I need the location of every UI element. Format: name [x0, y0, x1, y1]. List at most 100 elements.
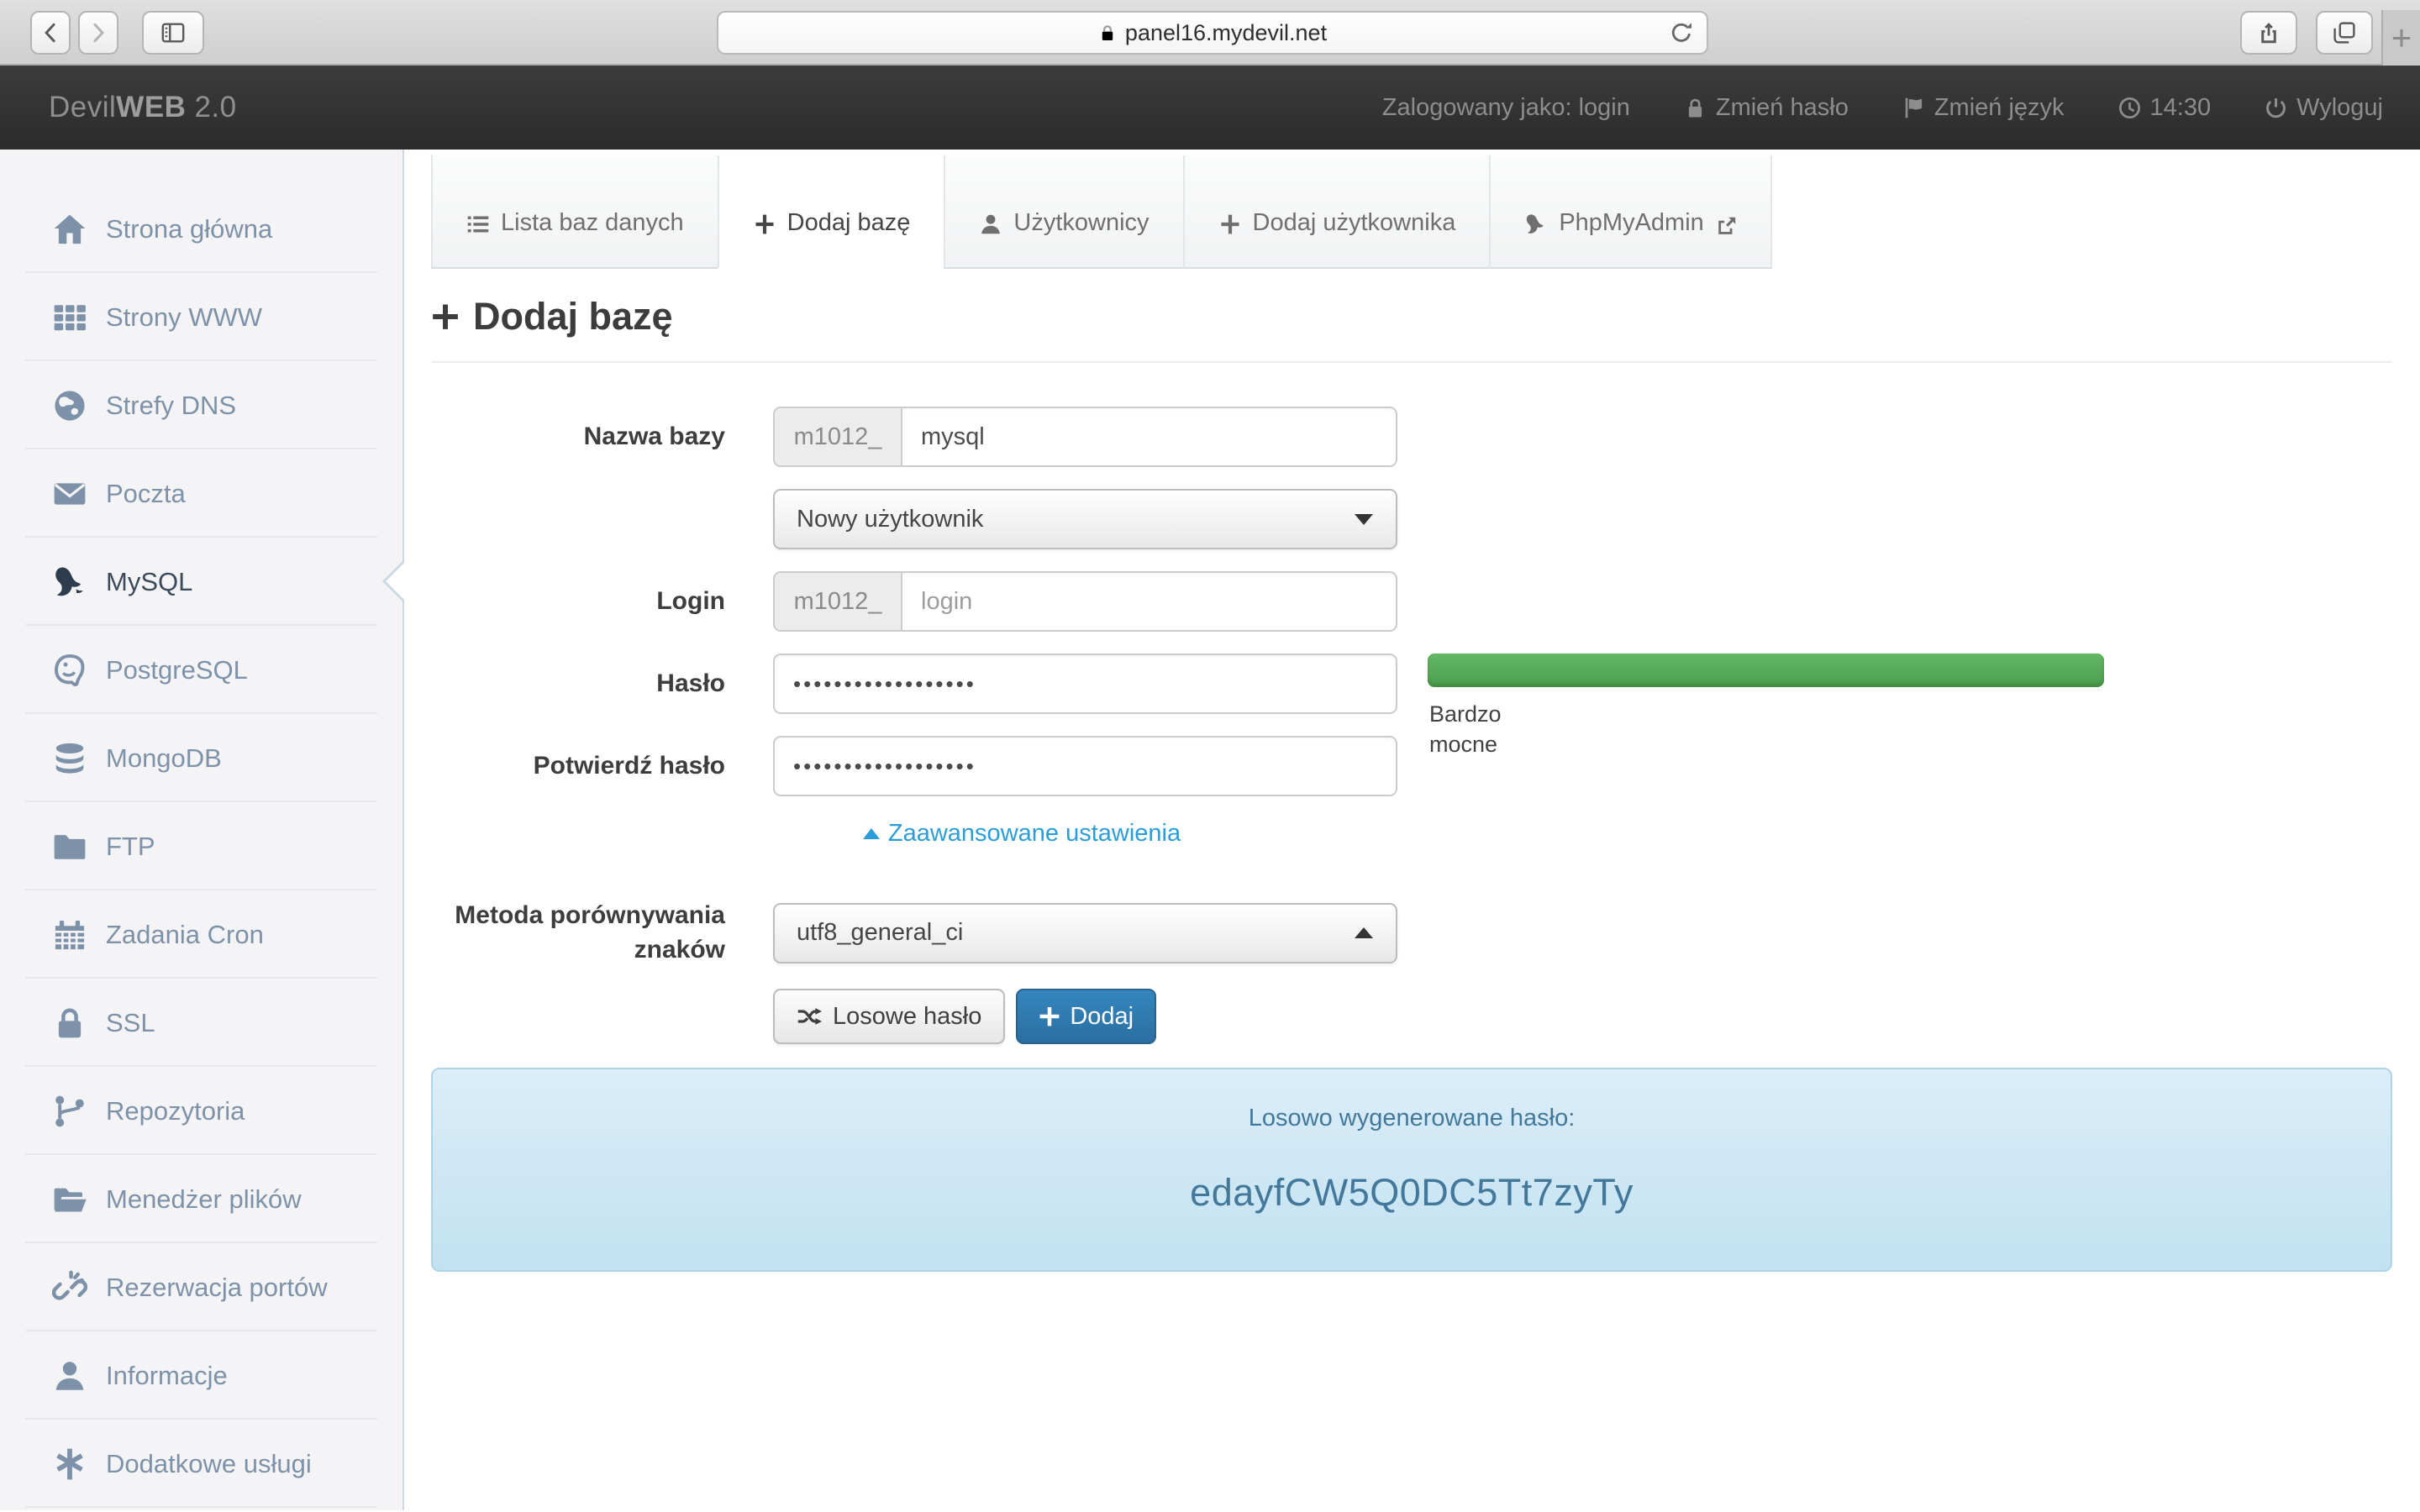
- page-title: Dodaj bazę: [431, 295, 2392, 339]
- sidebar-item-zadania-cron[interactable]: Zadania Cron: [0, 890, 402, 979]
- chevron-right-icon: [87, 22, 109, 44]
- plus-icon: [1039, 1005, 1060, 1027]
- folder-icon: [50, 828, 89, 865]
- globe-icon: [50, 387, 89, 424]
- app-header: DevilWEB2.0 Zalogowany jako: login Zmień…: [0, 66, 2420, 150]
- tabs-overview-icon: [2333, 21, 2356, 45]
- db-name-row: Nazwa bazy m1012_: [431, 407, 2392, 467]
- browser-back-button[interactable]: [30, 11, 71, 55]
- sidebar-item-postgresql[interactable]: PostgreSQL: [0, 626, 402, 714]
- db-name-label: Nazwa bazy: [431, 420, 725, 454]
- sidebar-item-strona-glowna[interactable]: Strona główna: [0, 185, 402, 273]
- sidebar-item-label: Informacje: [106, 1361, 228, 1391]
- logout-link[interactable]: Wyloguj: [2265, 94, 2383, 122]
- form-buttons-row: Losowe hasło Dodaj: [773, 989, 2392, 1044]
- home-icon: [50, 211, 89, 248]
- sidebar-item-informacje[interactable]: Informacje: [0, 1331, 402, 1420]
- db-name-input-group: m1012_: [773, 407, 1397, 467]
- sidebar-item-ftp[interactable]: FTP: [0, 802, 402, 890]
- lock-icon: [50, 1005, 89, 1042]
- browser-forward-button[interactable]: [78, 11, 118, 55]
- title-divider: [431, 361, 2392, 363]
- generated-password-box: Losowo wygenerowane hasło: edayfCW5Q0DC5…: [431, 1068, 2392, 1272]
- lock-icon: [1684, 97, 1707, 119]
- sidebar-panel-icon: [160, 20, 186, 45]
- tab-phpmyadmin[interactable]: PhpMyAdmin: [1489, 155, 1771, 269]
- browser-tabs-overview-button[interactable]: [2316, 11, 2373, 55]
- db-user-select[interactable]: Nowy użytkownik: [773, 489, 1397, 549]
- address-bar[interactable]: panel16.mydevil.net: [717, 11, 1708, 55]
- sidebar-item-poczta[interactable]: Poczta: [0, 449, 402, 538]
- app-logo: DevilWEB2.0: [49, 91, 237, 124]
- collation-select-value: utf8_general_ci: [797, 919, 963, 947]
- sidebar-item-label: SSL: [106, 1008, 155, 1038]
- db-user-select-value: Nowy użytkownik: [797, 506, 983, 533]
- browser-new-tab-button[interactable]: +: [2381, 10, 2420, 66]
- tab-label: Dodaj użytkownika: [1253, 209, 1456, 237]
- tab-uzytkownicy[interactable]: Użytkownicy: [944, 155, 1182, 269]
- calendar-icon: [50, 916, 89, 953]
- collation-select[interactable]: utf8_general_ci: [773, 903, 1397, 963]
- advanced-settings-link[interactable]: Zaawansowane ustawienia: [863, 820, 1181, 848]
- login-row: Login m1012_: [431, 571, 2392, 632]
- sidebar-item-menedzer-plikow[interactable]: Menedżer plików: [0, 1155, 402, 1243]
- sidebar-item-label: Strefy DNS: [106, 391, 236, 421]
- sidebar-item-mysql[interactable]: MySQL: [0, 538, 402, 626]
- clock-display: 14:30: [2118, 94, 2212, 122]
- sidebar-item-dodatkowe-uslugi[interactable]: Dodatkowe usługi: [0, 1420, 402, 1508]
- shuffle-icon: [797, 1004, 822, 1029]
- sidebar-item-strefy-dns[interactable]: Strefy DNS: [0, 361, 402, 449]
- logged-in-as: Zalogowany jako: login: [1382, 94, 1630, 122]
- power-icon: [2265, 97, 2287, 119]
- add-database-button[interactable]: Dodaj: [1016, 989, 1156, 1044]
- login-input-group: m1012_: [773, 571, 1397, 632]
- sidebar-item-ssl[interactable]: SSL: [0, 979, 402, 1067]
- sidebar-item-repozytoria[interactable]: Repozytoria: [0, 1067, 402, 1155]
- sidebar-item-label: Poczta: [106, 479, 186, 509]
- db-user-row: Nowy użytkownik: [431, 489, 2392, 549]
- reload-icon[interactable]: [1670, 21, 1693, 45]
- triangle-up-icon: [863, 828, 880, 839]
- password-input[interactable]: [775, 655, 1396, 712]
- sidebar-item-label: MongoDB: [106, 743, 222, 774]
- tab-lista-baz-danych[interactable]: Lista baz danych: [431, 155, 718, 269]
- sidebar-item-label: Menedżer plików: [106, 1184, 302, 1215]
- db-name-prefix: m1012_: [775, 408, 902, 465]
- chevron-down-icon: [1355, 514, 1373, 525]
- active-item-notch-fill: [386, 563, 404, 600]
- postgresql-elephant-icon: [50, 652, 89, 689]
- clock-icon: [2118, 97, 2141, 119]
- collation-row: Metoda porównywania znaków utf8_general_…: [431, 899, 2392, 967]
- broken-link-icon: [50, 1269, 89, 1306]
- user-icon: [979, 213, 1002, 236]
- browser-sidebar-toggle-button[interactable]: [142, 11, 204, 55]
- envelope-icon: [50, 475, 89, 512]
- confirm-password-input[interactable]: [775, 738, 1396, 795]
- chevron-left-icon: [39, 22, 61, 44]
- plus-icon: +: [2391, 18, 2412, 58]
- change-password-link[interactable]: Zmień hasło: [1684, 94, 1849, 122]
- browser-share-button[interactable]: [2240, 11, 2297, 55]
- password-row: Hasło Bardzo mocne: [431, 654, 2392, 714]
- change-language-link[interactable]: Zmień język: [1902, 94, 2065, 122]
- share-icon: [2257, 21, 2281, 45]
- sidebar-item-label: Strona główna: [106, 214, 272, 244]
- sidebar-item-label: Strony WWW: [106, 302, 262, 333]
- sidebar-item-strony-www[interactable]: Strony WWW: [0, 273, 402, 361]
- tab-label: Dodaj bazę: [787, 209, 911, 237]
- collation-label: Metoda porównywania znaków: [431, 899, 725, 967]
- sidebar: Strona główna Strony WWW Strefy DNS: [0, 150, 404, 1510]
- generated-password-caption: Losowo wygenerowane hasło:: [433, 1105, 2391, 1132]
- tab-dodaj-baze[interactable]: Dodaj bazę: [718, 155, 944, 269]
- db-name-input[interactable]: [902, 408, 1396, 465]
- login-label: Login: [431, 585, 725, 619]
- login-input[interactable]: [902, 573, 1396, 630]
- external-link-icon: [1717, 216, 1737, 236]
- mysql-dolphin-icon: [50, 564, 89, 601]
- sidebar-item-rezerwacja-portow[interactable]: Rezerwacja portów: [0, 1243, 402, 1331]
- asterisk-icon: [50, 1446, 89, 1483]
- flag-icon: [1902, 97, 1925, 119]
- random-password-button[interactable]: Losowe hasło: [773, 989, 1005, 1044]
- sidebar-item-mongodb[interactable]: MongoDB: [0, 714, 402, 802]
- tab-dodaj-uzytkownika[interactable]: Dodaj użytkownika: [1183, 155, 1490, 269]
